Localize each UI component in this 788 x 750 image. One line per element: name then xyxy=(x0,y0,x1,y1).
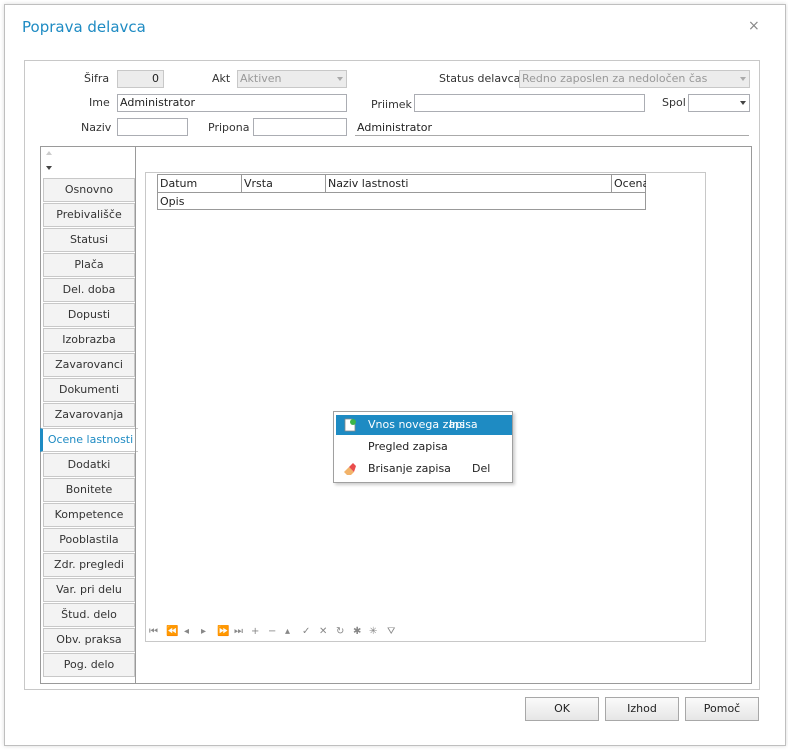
naziv-label: Naziv xyxy=(81,121,112,134)
next-page-icon[interactable]: ⏩ xyxy=(217,626,229,637)
menu-item-label: Pregled zapisa xyxy=(368,440,448,453)
pripona-field[interactable] xyxy=(253,118,347,136)
tab-placa[interactable]: Plača xyxy=(43,253,135,277)
status-dropdown[interactable]: Redno zaposlen za nedoločen čas xyxy=(519,70,750,88)
prev-record-icon[interactable]: ◂ xyxy=(184,626,189,637)
delete-icon[interactable]: − xyxy=(268,626,276,637)
priimek-label: Priimek xyxy=(371,98,412,111)
chevron-down-icon xyxy=(740,77,746,81)
sifra-label: Šifra xyxy=(84,72,110,85)
filter-icon[interactable]: ⛛ xyxy=(387,626,395,637)
dialog-title: Poprava delavca xyxy=(22,18,146,36)
col-naziv-lastnosti[interactable]: Naziv lastnosti xyxy=(326,175,612,193)
menu-item-shortcut: Del xyxy=(472,462,491,475)
tab-statusi[interactable]: Statusi xyxy=(43,228,135,252)
prev-page-icon[interactable]: ⏪ xyxy=(166,626,178,637)
col-datum[interactable]: Datum xyxy=(158,175,242,193)
post-icon[interactable]: ✓ xyxy=(302,626,310,637)
tab-zavarovanci[interactable]: Zavarovanci xyxy=(43,353,135,377)
tab-dodatki[interactable]: Dodatki xyxy=(43,453,135,477)
goto-bookmark-icon[interactable]: ✳ xyxy=(369,626,377,637)
tab-dokumenti[interactable]: Dokumenti xyxy=(43,378,135,402)
display-name: Administrator xyxy=(357,121,432,134)
spol-dropdown[interactable] xyxy=(688,94,750,112)
new-record-icon xyxy=(344,418,356,432)
akt-label: Akt xyxy=(212,72,231,85)
grid-header: Datum Vrsta Naziv lastnosti Ocena Opis xyxy=(157,174,646,210)
pripona-label: Pripona xyxy=(208,121,250,134)
edit-icon[interactable]: ▴ xyxy=(285,626,290,637)
tab-zdr-pregledi[interactable]: Zdr. pregledi xyxy=(43,553,135,577)
grid-header-row-2: Opis xyxy=(158,193,645,211)
tab-dopusti[interactable]: Dopusti xyxy=(43,303,135,327)
first-page-icon[interactable]: ⏮ xyxy=(149,626,158,637)
sifra-field[interactable]: 0 xyxy=(117,70,164,88)
menu-item-shortcut: Ins xyxy=(449,418,465,431)
tab-izobrazba[interactable]: Izobrazba xyxy=(43,328,135,352)
naziv-field[interactable] xyxy=(117,118,188,136)
grid-panel xyxy=(145,172,706,642)
tab-var-pri-delu[interactable]: Var. pri delu xyxy=(43,578,135,602)
col-vrsta[interactable]: Vrsta xyxy=(242,175,326,193)
akt-dropdown[interactable]: Aktiven xyxy=(237,70,347,88)
ok-button[interactable]: OK xyxy=(525,697,599,721)
tab-bonitete[interactable]: Bonitete xyxy=(43,478,135,502)
akt-value: Aktiven xyxy=(240,72,282,85)
tab-kompetence[interactable]: Kompetence xyxy=(43,503,135,527)
spol-label: Spol xyxy=(662,96,686,109)
tab-ocene-lastnosti[interactable]: Ocene lastnosti xyxy=(40,428,138,452)
tab-prebivalisce[interactable]: Prebivališče xyxy=(43,203,135,227)
scroll-down-icon[interactable] xyxy=(46,166,52,170)
context-menu: Vnos novega zapisa Ins Pregled zapisa Br… xyxy=(333,411,513,483)
tab-osnovno[interactable]: Osnovno xyxy=(43,178,135,202)
display-name-underline xyxy=(355,135,749,136)
tab-del-doba[interactable]: Del. doba xyxy=(43,278,135,302)
close-icon[interactable]: × xyxy=(748,18,760,34)
menu-item-label: Brisanje zapisa xyxy=(368,462,451,475)
last-page-icon[interactable]: ⏭ xyxy=(234,626,243,637)
chevron-down-icon xyxy=(337,77,343,81)
eraser-icon xyxy=(344,463,356,475)
refresh-icon[interactable]: ↻ xyxy=(336,626,344,637)
tab-obv-praksa[interactable]: Obv. praksa xyxy=(43,628,135,652)
menu-item-new-record[interactable]: Vnos novega zapisa Ins xyxy=(336,415,512,435)
col-ocena[interactable]: Ocena xyxy=(612,175,646,193)
col-opis[interactable]: Opis xyxy=(158,193,645,211)
pomoc-button[interactable]: Pomoč xyxy=(685,697,759,721)
ime-label: Ime xyxy=(89,96,110,109)
next-record-icon[interactable]: ▸ xyxy=(201,626,206,637)
append-icon[interactable]: + xyxy=(251,626,259,637)
izhod-button[interactable]: Izhod xyxy=(605,697,679,721)
chevron-down-icon xyxy=(740,101,746,105)
priimek-field[interactable] xyxy=(414,94,645,112)
tab-zavarovanja[interactable]: Zavarovanja xyxy=(43,403,135,427)
status-label: Status delavca xyxy=(439,72,521,85)
menu-item-view-record[interactable]: Pregled zapisa xyxy=(336,437,512,457)
bookmark-icon[interactable]: ✱ xyxy=(353,626,361,637)
menu-item-delete-record[interactable]: Brisanje zapisa Del xyxy=(336,459,512,479)
grid-header-row: Datum Vrsta Naziv lastnosti Ocena xyxy=(158,175,646,193)
cancel-icon[interactable]: ✕ xyxy=(319,626,327,637)
status-value: Redno zaposlen za nedoločen čas xyxy=(522,72,708,85)
ime-field[interactable]: Administrator xyxy=(117,94,347,112)
scroll-up-icon[interactable] xyxy=(46,151,52,155)
tab-pooblastila[interactable]: Pooblastila xyxy=(43,528,135,552)
tab-stud-delo[interactable]: Štud. delo xyxy=(43,603,135,627)
tab-pog-delo[interactable]: Pog. delo xyxy=(43,653,135,677)
